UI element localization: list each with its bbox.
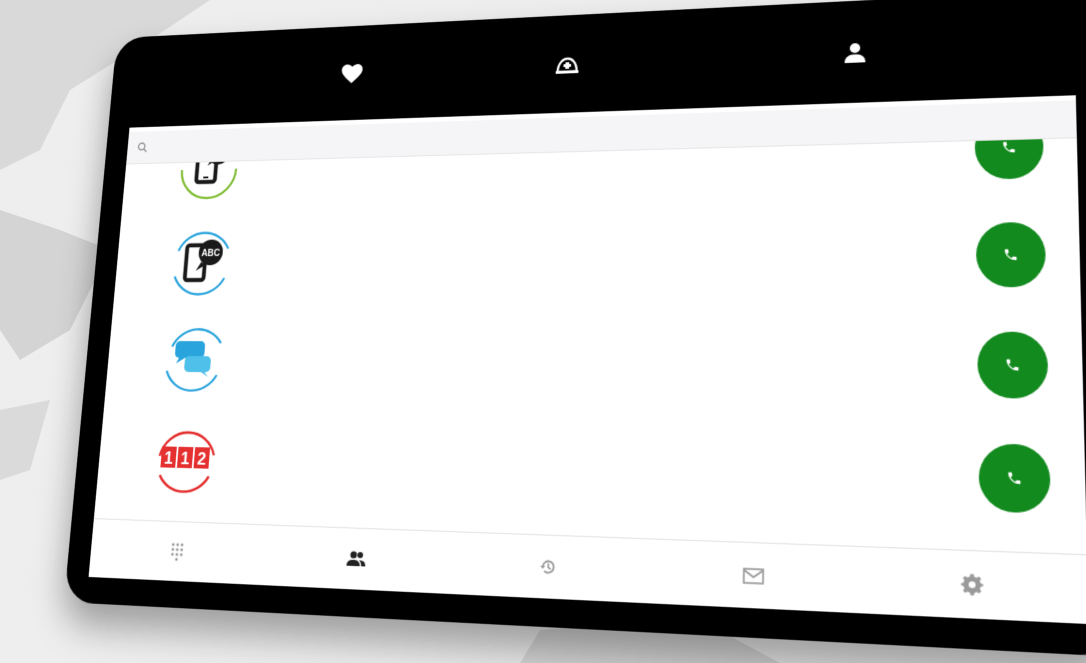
phone-icon (1004, 249, 1017, 261)
person-icon (844, 43, 866, 64)
mail-icon (742, 567, 764, 584)
tab-profile[interactable] (832, 31, 878, 76)
call-button[interactable] (977, 331, 1049, 399)
phone-icon (1008, 472, 1021, 485)
contact-row[interactable]: ABC (112, 198, 1082, 311)
contacts-icon (346, 551, 366, 567)
call-button[interactable] (978, 443, 1051, 514)
text-abc-phone-logo: ABC (162, 223, 240, 301)
tab-emergency[interactable] (546, 44, 589, 87)
history-icon (539, 557, 558, 577)
contact-list: ABC 1 1 2 (95, 138, 1086, 538)
logo-digit: 2 (197, 449, 207, 469)
contact-row[interactable] (104, 308, 1084, 423)
contact-row[interactable]: 1 1 2 (95, 405, 1086, 538)
svg-text:ABC: ABC (201, 248, 221, 258)
112-emergency-logo: 1 1 2 (146, 416, 226, 498)
nav-messages[interactable] (648, 539, 861, 613)
chat-bubbles-logo (154, 319, 233, 398)
call-button[interactable] (974, 138, 1045, 180)
call-button[interactable] (975, 221, 1047, 288)
dialpad-icon (170, 542, 184, 561)
app-screen: ABC 1 1 2 (88, 95, 1086, 625)
phone-icon (1006, 359, 1019, 371)
emergency-helmet-icon (555, 54, 580, 75)
logo-digit: 1 (180, 449, 190, 469)
nav-contacts[interactable] (263, 525, 452, 594)
logo-digit: 1 (163, 448, 173, 468)
tablet-device: ABC 1 1 2 (63, 0, 1086, 657)
bottom-navigation (88, 518, 1086, 625)
heart-icon (340, 63, 363, 84)
nav-history[interactable] (449, 532, 649, 603)
gear-icon (961, 573, 984, 596)
tab-favorites[interactable] (331, 54, 372, 95)
nav-dialpad[interactable] (89, 519, 268, 585)
phone-icon (1003, 141, 1015, 153)
nav-settings[interactable] (861, 547, 1086, 624)
